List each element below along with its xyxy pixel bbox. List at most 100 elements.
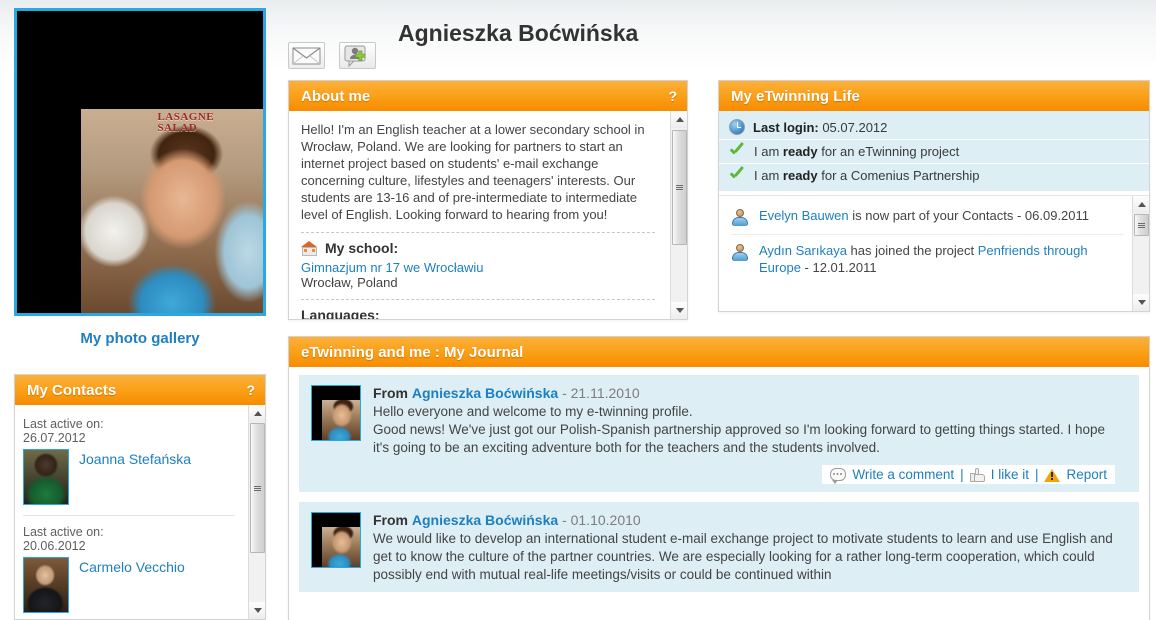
last-active-label: Last active on:: [23, 525, 104, 539]
avatar[interactable]: [311, 512, 361, 568]
school-location: Wrocław, Poland: [301, 275, 398, 290]
avatar[interactable]: [23, 557, 69, 613]
journal-entry-actions: Write a comment | I like it | Report: [822, 465, 1115, 484]
avatar[interactable]: [311, 385, 361, 441]
my-etwinning-life-header: My eTwinning Life: [719, 81, 1149, 118]
my-etwinning-life-body: Last login: 05.07.2012 I am ready for an…: [719, 111, 1149, 311]
journal-body: From Agnieszka Boćwińska - 21.11.2010 He…: [289, 367, 1149, 620]
divider: |: [1034, 467, 1039, 482]
list-item: Last active on: 20.06.2012 Carmelo Vecch…: [23, 516, 235, 619]
contact-name-link[interactable]: Carmelo Vecchio: [79, 559, 185, 575]
profile-actions: [288, 42, 376, 69]
journal-entry-text: We would like to develop an internationa…: [373, 531, 1113, 582]
user-icon: [731, 208, 749, 226]
photo-gallery-link[interactable]: My photo gallery: [14, 330, 266, 347]
contacts-scrollbar[interactable]: [248, 405, 265, 619]
help-icon[interactable]: ?: [668, 88, 677, 104]
send-message-button[interactable]: [288, 42, 325, 69]
contact-row: Carmelo Vecchio: [23, 557, 235, 613]
scroll-up-icon[interactable]: [249, 405, 265, 422]
add-contact-icon: [340, 43, 375, 68]
last-active-date: 20.06.2012: [23, 539, 86, 553]
activity-scrollbar[interactable]: [1132, 196, 1149, 311]
warning-icon: [1044, 468, 1061, 482]
about-me-scrollbar[interactable]: [670, 111, 687, 319]
last-login-value: 05.07.2012: [818, 119, 888, 135]
journal-title: eTwinning and me : My Journal: [301, 343, 524, 361]
activity-user-link[interactable]: Evelyn Bauwen: [759, 208, 849, 223]
divider: |: [960, 467, 964, 482]
profile-photo[interactable]: LASAGNE SALAD: [14, 8, 266, 316]
about-me-panel: About me ? Hello! I'm an English teacher…: [288, 80, 688, 320]
list-item: Last active on: 26.07.2012 Joanna Stefań…: [23, 405, 235, 516]
ready-lead: I am: [754, 168, 783, 183]
my-etwinning-life-panel: My eTwinning Life Last login: 05.07.2012…: [718, 80, 1150, 312]
last-active-label: Last active on:: [23, 417, 104, 431]
my-contacts-title: My Contacts: [27, 381, 117, 399]
help-icon[interactable]: ?: [246, 382, 255, 398]
journal-entry-date: - 01.10.2010: [562, 512, 641, 528]
school-name-link[interactable]: Gimnazjum nr 17 we Wrocławiu: [301, 260, 655, 275]
status-badge: I am ready for a Comenius Partnership: [719, 164, 1149, 187]
last-login-label: Last login:: [753, 119, 819, 135]
ready-lead: I am: [754, 144, 783, 159]
left-column: LASAGNE SALAD My photo gallery: [14, 8, 266, 347]
scroll-down-icon[interactable]: [249, 602, 265, 619]
scroll-up-icon[interactable]: [1133, 196, 1149, 213]
report-link[interactable]: Report: [1066, 467, 1107, 482]
contact-name-link[interactable]: Joanna Stefańska: [79, 451, 191, 467]
activity-user-link[interactable]: Aydın Sarıkaya: [759, 243, 847, 258]
status-badge: I am ready for an eTwinning project: [719, 140, 1149, 164]
journal-entry-main: From Agnieszka Boćwińska - 01.10.2010 We…: [373, 512, 1115, 584]
comment-icon: [830, 468, 847, 484]
about-me-header: About me ?: [289, 81, 687, 118]
journal-author-link[interactable]: Agnieszka Boćwińska: [412, 512, 558, 528]
envelope-icon: [289, 43, 324, 68]
contact-last-active: Last active on: 26.07.2012: [23, 417, 235, 445]
list-item: Evelyn Bauwen is now part of your Contac…: [731, 200, 1123, 235]
divider: [301, 299, 655, 300]
about-me-scroll-area: Hello! I'm an English teacher at a lower…: [289, 111, 667, 319]
check-icon: [729, 168, 746, 183]
scrollbar-thumb[interactable]: [672, 130, 687, 245]
journal-entry-header: From Agnieszka Boćwińska - 21.11.2010: [373, 385, 1115, 401]
contact-last-active: Last active on: 20.06.2012: [23, 525, 235, 553]
like-link[interactable]: I like it: [991, 467, 1029, 482]
thumbs-up-icon: [969, 467, 985, 482]
ready-text: for an eTwinning project: [817, 144, 960, 159]
about-me-text: Hello! I'm an English teacher at a lower…: [301, 122, 645, 222]
scrollbar-thumb[interactable]: [1134, 214, 1149, 236]
status-list: Last login: 05.07.2012 I am ready for an…: [719, 111, 1149, 191]
photo-sign-text: LASAGNE SALAD: [157, 111, 215, 134]
journal-author-link[interactable]: Agnieszka Boćwińska: [412, 385, 558, 401]
scroll-down-icon[interactable]: [671, 302, 687, 319]
activity-feed: Evelyn Bauwen is now part of your Contac…: [719, 195, 1149, 311]
profile-page: LASAGNE SALAD My photo gallery My Contact…: [0, 0, 1156, 620]
status-badge: Last login: 05.07.2012: [719, 115, 1149, 140]
activity-date: - 12.01.2011: [800, 260, 877, 275]
add-contact-button[interactable]: [339, 42, 376, 69]
clock-icon: [729, 119, 745, 135]
from-label: From: [373, 512, 408, 528]
divider: [301, 232, 655, 233]
avatar[interactable]: [23, 449, 69, 505]
ready-bold: ready: [782, 144, 818, 159]
my-contacts-body: Last active on: 26.07.2012 Joanna Stefań…: [15, 405, 265, 619]
last-active-date: 26.07.2012: [23, 431, 86, 445]
school-icon: [301, 240, 318, 256]
page-title: Agnieszka Boćwińska: [398, 20, 638, 47]
scroll-up-icon[interactable]: [671, 111, 687, 128]
activity-list: Evelyn Bauwen is now part of your Contac…: [719, 196, 1129, 311]
profile-photo-image: LASAGNE SALAD: [81, 109, 263, 313]
my-etwinning-life-title: My eTwinning Life: [731, 87, 860, 105]
journal-entry: From Agnieszka Boćwińska - 21.11.2010 He…: [299, 375, 1139, 492]
ready-bold: ready: [782, 168, 818, 183]
write-comment-link[interactable]: Write a comment: [852, 467, 954, 482]
journal-entry: From Agnieszka Boćwińska - 01.10.2010 We…: [299, 502, 1139, 592]
languages-label: Languages:: [301, 307, 380, 319]
scrollbar-thumb[interactable]: [250, 423, 265, 553]
contacts-list: Last active on: 26.07.2012 Joanna Stefań…: [15, 405, 243, 619]
scroll-down-icon[interactable]: [1133, 294, 1149, 311]
my-contacts-header: My Contacts ?: [15, 375, 265, 412]
contact-row: Joanna Stefańska: [23, 449, 235, 505]
